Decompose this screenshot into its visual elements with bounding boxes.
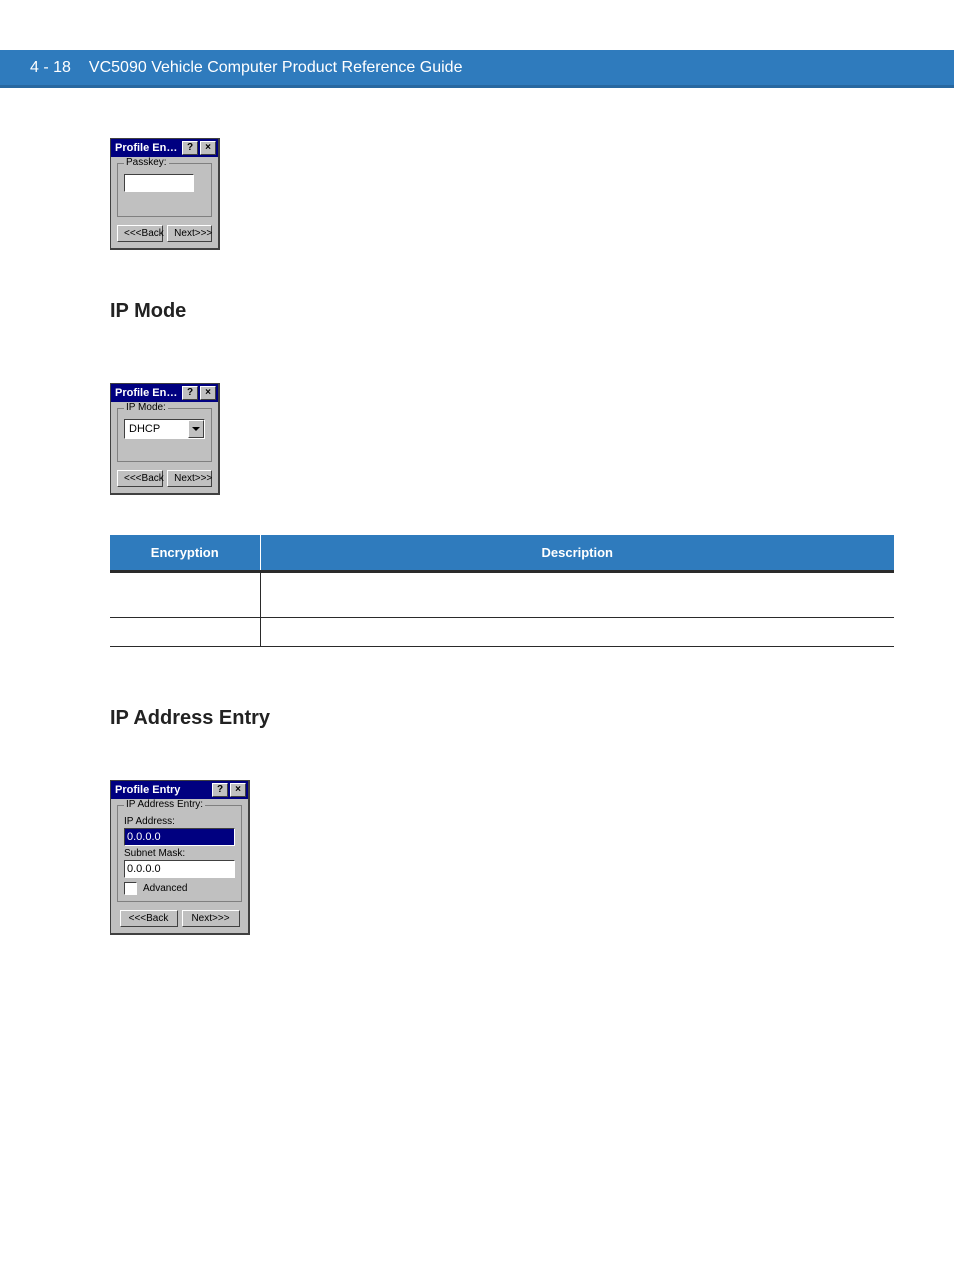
subnet-input[interactable]	[124, 860, 235, 878]
chevron-down-icon	[188, 420, 204, 438]
ipaddress-dialog: Profile Entry ? × IP Address Entry: IP A…	[110, 780, 250, 935]
button-row: <<<Back Next>>>	[117, 470, 212, 487]
ipmode-dialog: Profile En… ? × IP Mode: DHCP <<<Back Ne…	[110, 383, 220, 495]
help-button[interactable]: ?	[182, 141, 198, 155]
dialog-title: Profile En…	[115, 142, 182, 154]
button-row: <<<Back Next>>>	[117, 910, 242, 927]
table-row	[110, 618, 894, 647]
advanced-label: Advanced	[143, 883, 187, 894]
group-legend: IP Mode:	[124, 402, 168, 413]
next-button[interactable]: Next>>>	[182, 910, 240, 927]
page-header: 4 - 18 VC5090 Vehicle Computer Product R…	[0, 50, 954, 88]
passkey-input[interactable]	[124, 174, 194, 192]
ipmode-group: IP Mode: DHCP	[117, 408, 212, 462]
close-button[interactable]: ×	[230, 783, 246, 797]
ipmode-select[interactable]: DHCP	[124, 419, 205, 439]
select-value: DHCP	[125, 423, 188, 435]
subnet-label: Subnet Mask:	[124, 848, 235, 859]
col-description: Description	[260, 535, 894, 572]
back-button[interactable]: <<<Back	[120, 910, 178, 927]
advanced-checkbox[interactable]	[124, 882, 137, 895]
ip-address-heading: IP Address Entry	[110, 707, 894, 730]
ip-label: IP Address:	[124, 816, 235, 827]
back-button[interactable]: <<<Back	[117, 470, 163, 487]
cell-description	[260, 572, 894, 618]
close-button[interactable]: ×	[200, 141, 216, 155]
group-legend: Passkey:	[124, 157, 169, 168]
dialog-title: Profile En…	[115, 387, 182, 399]
group-legend: IP Address Entry:	[124, 799, 205, 810]
passkey-dialog: Profile En… ? × Passkey: <<<Back Next>>>	[110, 138, 220, 250]
next-button[interactable]: Next>>>	[167, 470, 212, 487]
passkey-group: Passkey:	[117, 163, 212, 217]
help-button[interactable]: ?	[212, 783, 228, 797]
back-button[interactable]: <<<Back	[117, 225, 163, 242]
dialog-titlebar[interactable]: Profile En… ? ×	[111, 139, 218, 157]
next-button[interactable]: Next>>>	[167, 225, 212, 242]
cell-encryption	[110, 572, 260, 618]
page-title: VC5090 Vehicle Computer Product Referenc…	[89, 59, 463, 77]
table-row	[110, 572, 894, 618]
ip-input[interactable]	[124, 828, 235, 846]
cell-description	[260, 618, 894, 647]
dialog-titlebar[interactable]: Profile Entry ? ×	[111, 781, 248, 799]
dialog-body: Passkey: <<<Back Next>>>	[111, 157, 218, 248]
button-row: <<<Back Next>>>	[117, 225, 212, 242]
dialog-body: IP Mode: DHCP <<<Back Next>>>	[111, 402, 218, 493]
dialog-body: IP Address Entry: IP Address: Subnet Mas…	[111, 799, 248, 933]
dialog-titlebar[interactable]: Profile En… ? ×	[111, 384, 218, 402]
advanced-row[interactable]: Advanced	[124, 882, 235, 895]
dialog-title: Profile Entry	[115, 784, 212, 796]
ipmode-table: Encryption Description	[110, 535, 894, 647]
help-button[interactable]: ?	[182, 386, 198, 400]
ipaddress-group: IP Address Entry: IP Address: Subnet Mas…	[117, 805, 242, 902]
page-number: 4 - 18	[30, 59, 71, 77]
page-content: Profile En… ? × Passkey: <<<Back Next>>>…	[0, 88, 954, 985]
ip-mode-heading: IP Mode	[110, 300, 894, 323]
col-encryption: Encryption	[110, 535, 260, 572]
close-button[interactable]: ×	[200, 386, 216, 400]
cell-encryption	[110, 618, 260, 647]
